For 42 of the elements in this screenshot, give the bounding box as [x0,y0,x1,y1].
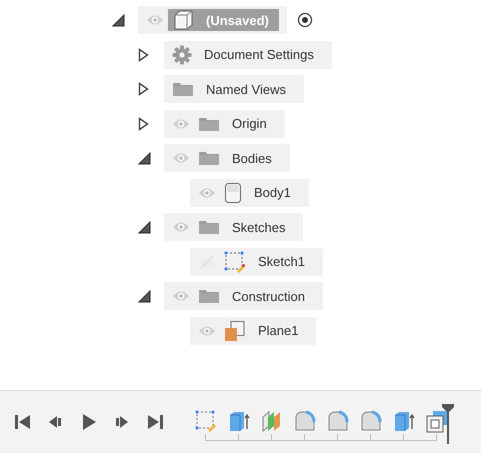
item-label: Origin [232,115,267,133]
folder-icon [198,219,220,236]
item-label: Body1 [254,184,291,202]
expanded-triangle-icon[interactable] [112,14,125,27]
tree-item[interactable]: Origin [164,110,285,138]
cylinder-icon [224,182,242,204]
tree-item[interactable]: Body1 [190,178,309,207]
folder-icon [172,81,194,98]
sketch-icon [224,250,246,273]
active-indicator-icon[interactable] [296,12,313,28]
collapsed-triangle-icon[interactable] [138,82,149,96]
item-label: Named Views [206,80,286,98]
item-label: Bodies [232,150,272,168]
folder-icon [198,288,220,304]
item-label: Document Settings [204,46,314,64]
plane-icon [224,320,246,342]
item-label: Construction [232,288,305,306]
item-label: Sketches [232,218,286,236]
skip-start-icon [14,413,32,431]
skip-end-icon [146,413,164,431]
shell-icon[interactable] [424,408,448,434]
expanded-triangle-icon[interactable] [138,290,151,303]
tree-item[interactable]: Document Settings [164,40,332,69]
tree-item[interactable]: Sketches [164,213,304,242]
collapsed-triangle-icon[interactable] [138,48,149,62]
expanded-triangle-icon[interactable] [138,152,151,165]
sketch-icon[interactable] [194,408,218,434]
tree-item[interactable]: Named Views [164,75,304,104]
tree-item[interactable]: Construction [164,282,323,310]
folder-icon [198,150,220,166]
tree-item[interactable]: Plane1 [190,316,316,345]
gear-icon [172,44,192,65]
item-label: Sketch1 [258,253,305,271]
item-label: (Unsaved) [206,12,269,30]
expanded-triangle-icon[interactable] [138,220,151,234]
tree-item[interactable]: Bodies [164,144,290,172]
cube-icon [172,10,194,30]
folder-icon [198,116,220,132]
item-label: Plane1 [258,322,298,340]
collapsed-triangle-icon[interactable] [138,116,149,131]
tree-item[interactable]: Sketch1 [190,248,323,276]
timeline-marker-icon[interactable] [441,403,455,445]
